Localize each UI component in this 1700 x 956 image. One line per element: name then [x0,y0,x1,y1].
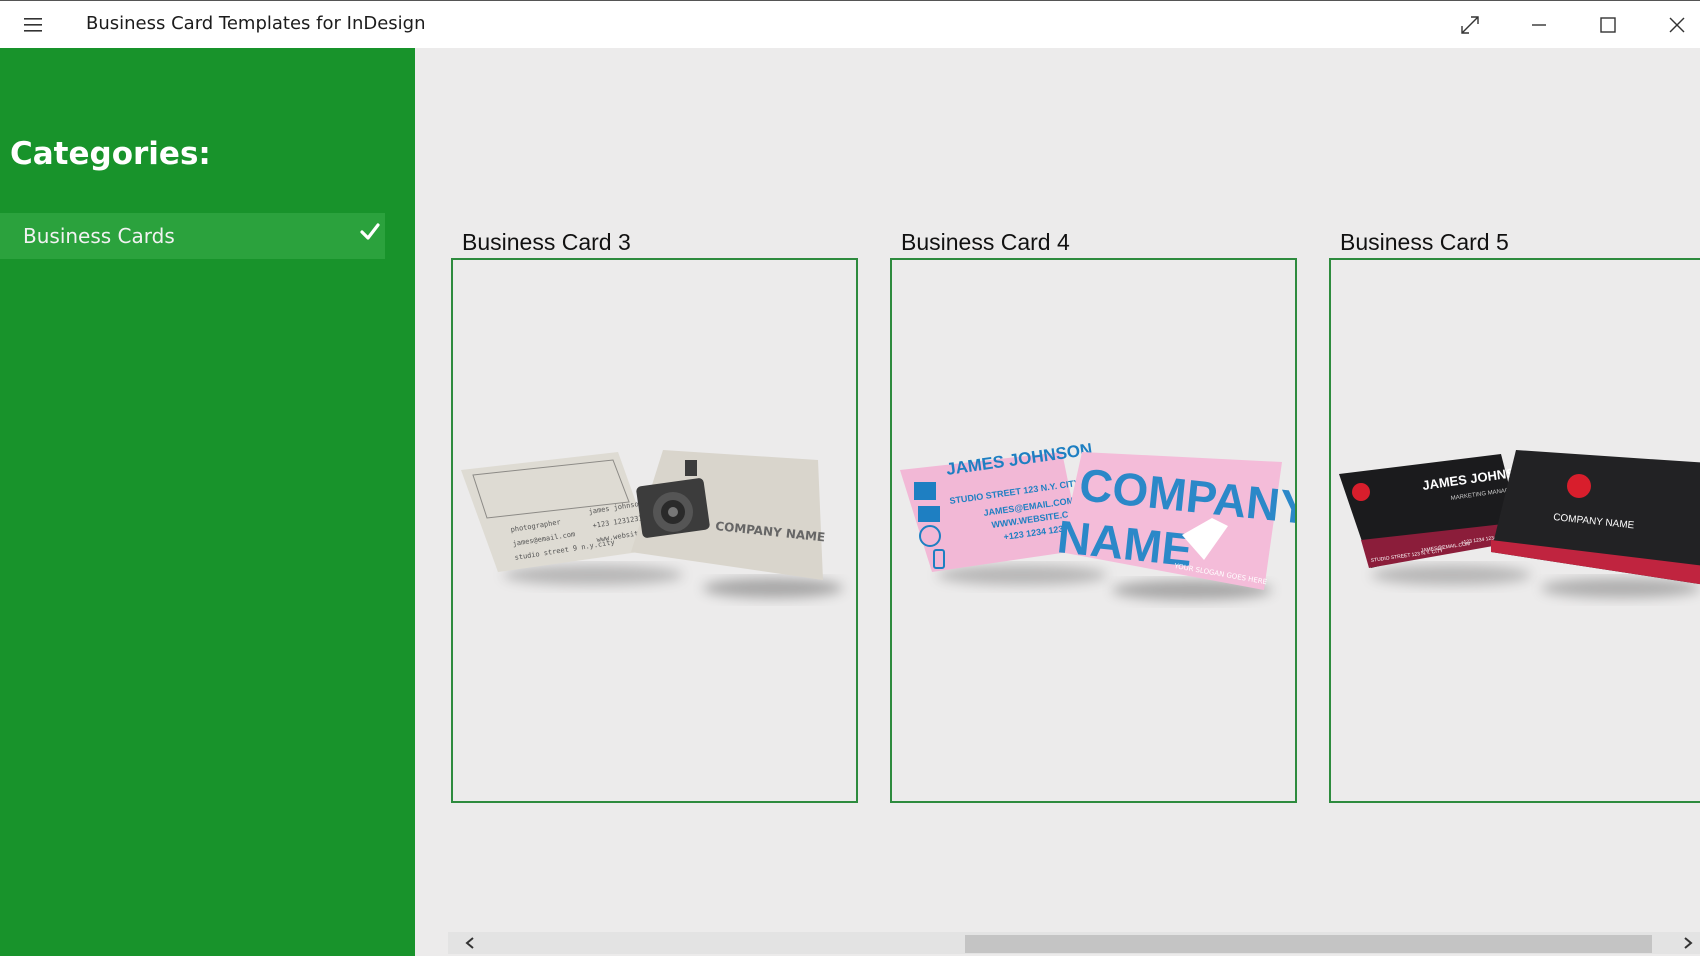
logo-icon [1567,474,1591,498]
hamburger-menu-icon[interactable] [18,13,48,37]
template-card-3[interactable]: Business Card 3 photographer james@email… [451,226,858,803]
expand-icon[interactable] [1450,9,1490,41]
card-3-preview-image: photographer james@email.com studio stre… [461,450,843,598]
templates-gallery: Business Card 3 photographer james@email… [415,48,1700,956]
minimize-icon[interactable] [1519,9,1559,41]
window-title: Business Card Templates for InDesign [86,13,426,34]
close-icon[interactable] [1657,9,1697,41]
card-title: Business Card 4 [901,229,1070,255]
template-card-4[interactable]: Business Card 4 JAMES JOHNSON STUDIO STR… [890,226,1297,803]
scroll-right-icon[interactable] [1678,934,1698,952]
template-card-5[interactable]: Business Card 5 JAMES JOHNSON MARKETING … [1329,226,1700,803]
categories-heading: Categories: [10,136,211,172]
logo-icon [1352,483,1370,501]
title-bar: Business Card Templates for InDesign [0,0,1700,48]
scroll-left-icon[interactable] [460,934,480,952]
scrollbar-thumb[interactable] [965,935,1652,953]
card-5-preview-image: JAMES JOHNSON MARKETING MANAGER STUDIO S… [1339,450,1700,598]
checkmark-icon [358,220,382,244]
card-4-preview-image: JAMES JOHNSON STUDIO STREET 123 N.Y. CIT… [900,440,1295,600]
sidebar-item-label: Business Cards [23,224,175,248]
card-title: Business Card 3 [462,229,631,255]
card-title: Business Card 5 [1340,229,1509,255]
sidebar-item-business-cards[interactable]: Business Cards [0,213,385,259]
card-preview[interactable]: JAMES JOHNSON MARKETING MANAGER STUDIO S… [1329,258,1700,803]
maximize-icon[interactable] [1588,9,1628,41]
card-preview[interactable]: JAMES JOHNSON STUDIO STREET 123 N.Y. CIT… [890,258,1297,803]
horizontal-scrollbar[interactable] [448,932,1700,954]
categories-sidebar: Categories: Business Cards [0,48,415,956]
card-preview[interactable]: photographer james@email.com studio stre… [451,258,858,803]
